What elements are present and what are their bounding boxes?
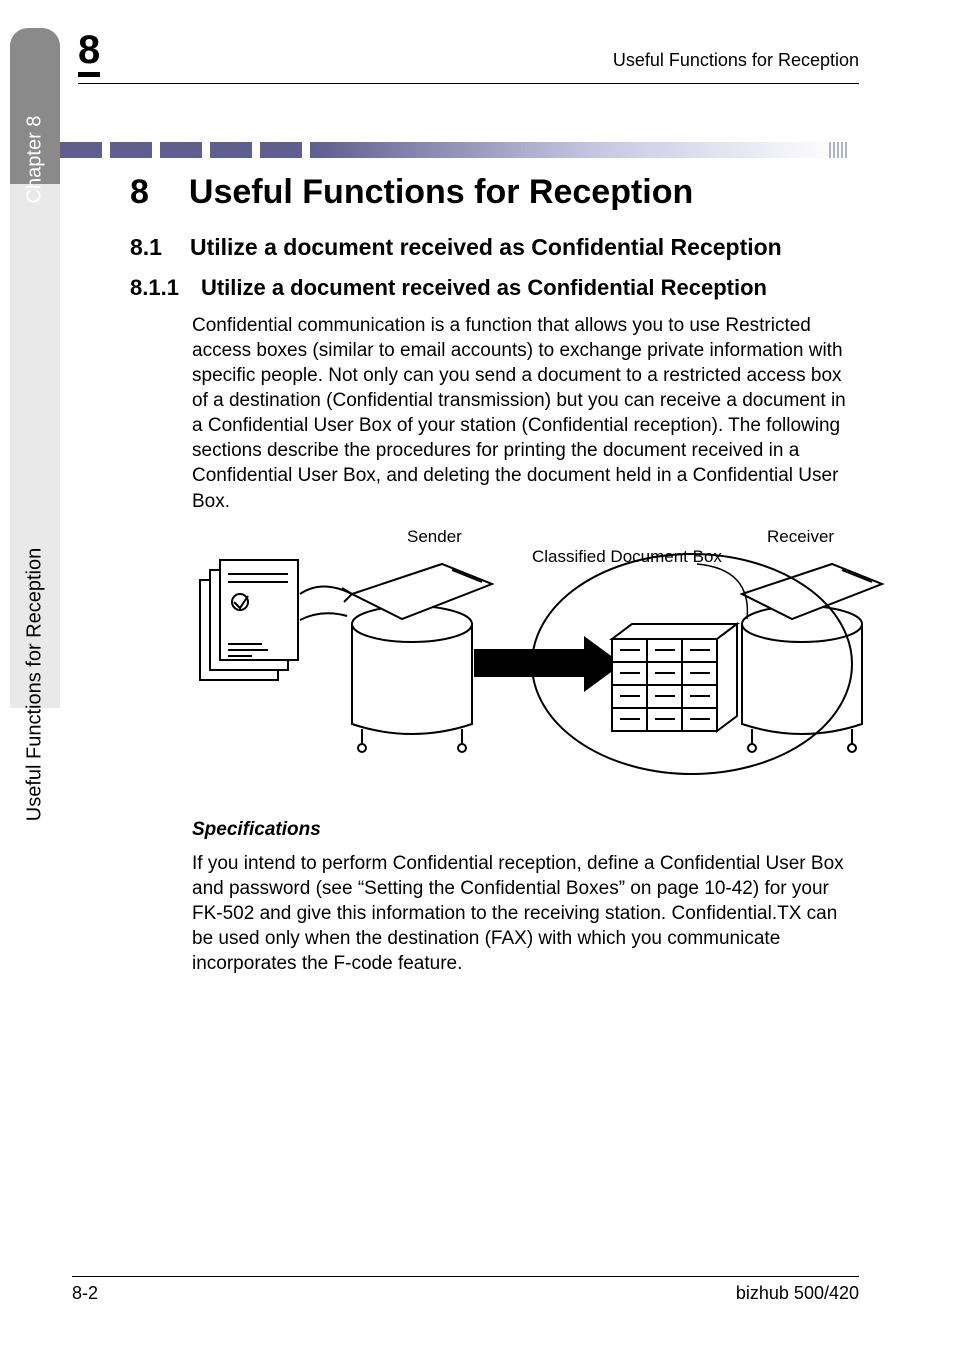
section-title: Utilize a document received as Confident…: [190, 234, 859, 261]
footer-model: bizhub 500/420: [736, 1283, 859, 1304]
footer-page-number: 8-2: [72, 1283, 98, 1304]
specifications-paragraph: If you intend to perform Confidential re…: [192, 851, 859, 976]
chapter-number-badge: 8: [78, 30, 100, 77]
page-footer: 8-2 bizhub 500/420: [72, 1276, 859, 1304]
body-paragraph-1: Confidential communication is a function…: [192, 313, 859, 514]
chapter-title-number: 8: [130, 173, 149, 212]
subsection-heading: 8.1.1 Utilize a document received as Con…: [130, 275, 859, 301]
decorative-bar: [60, 139, 859, 161]
chapter-title-text: Useful Functions for Reception: [189, 173, 693, 212]
diagram-sender-label: Sender: [407, 527, 462, 546]
section-heading: 8.1 Utilize a document received as Confi…: [130, 234, 859, 261]
section-number: 8.1: [130, 234, 162, 261]
chapter-title: 8 Useful Functions for Reception: [130, 173, 859, 212]
page-header: 8 Useful Functions for Reception: [78, 30, 859, 84]
confidential-diagram: Sender Receiver Classified Document Box: [192, 524, 859, 789]
subsection-number: 8.1.1: [130, 275, 179, 301]
subsection-title: Utilize a document received as Confident…: [201, 275, 767, 301]
page: 8 Useful Functions for Reception: [0, 0, 954, 1352]
specifications-heading: Specifications: [192, 819, 859, 841]
diagram-receiver-label: Receiver: [767, 527, 834, 546]
running-title: Useful Functions for Reception: [104, 50, 859, 77]
